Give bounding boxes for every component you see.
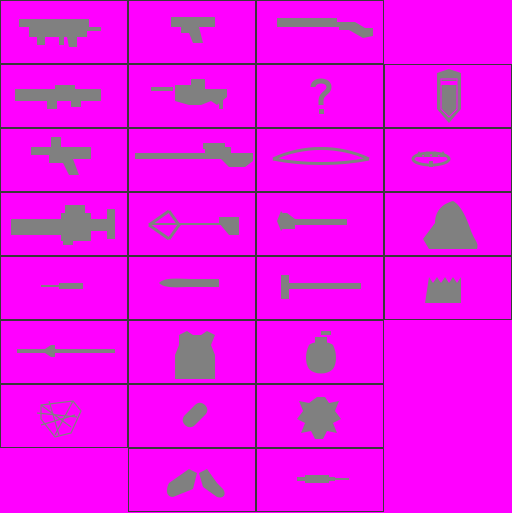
rocket-launcher-icon-glyph <box>15 85 101 109</box>
sprite-sheet <box>0 0 512 512</box>
net-icon <box>0 384 128 448</box>
shotgun-icon-glyph <box>277 18 373 38</box>
unknown-question-icon-glyph <box>310 78 332 114</box>
bow-icon <box>256 128 384 192</box>
axe-icon-glyph <box>277 211 347 231</box>
pistol-icon-glyph <box>171 17 215 43</box>
dagger-icon <box>0 256 128 320</box>
spike-trap-icon-glyph <box>425 277 461 303</box>
frag-grenade-icon <box>256 320 384 384</box>
minigun-icon-glyph <box>11 205 115 245</box>
shotgun-icon <box>256 0 384 64</box>
turtle-icon-glyph <box>297 397 341 439</box>
body-armor-vest-icon <box>128 320 256 384</box>
sniper-rifle-icon-glyph <box>135 143 253 167</box>
revolver-pistol-icon-glyph <box>31 137 91 175</box>
bear-trap-icon-glyph <box>411 151 451 167</box>
baton-icon-glyph <box>159 278 219 288</box>
machete-icon <box>0 320 128 384</box>
body-armor-vest-icon-glyph <box>175 331 215 379</box>
spike-trap-icon <box>384 256 512 320</box>
pill-capsule-icon <box>128 384 256 448</box>
unknown-question-icon <box>256 64 384 128</box>
rocket-launcher-icon <box>0 64 128 128</box>
pill-capsule-icon-glyph <box>182 402 208 428</box>
ghillie-cloak-icon-glyph <box>423 201 478 249</box>
bear-trap-icon <box>384 128 512 192</box>
crossbow-icon-glyph <box>148 209 239 241</box>
turtle-icon <box>256 384 384 448</box>
sniper-rifle-icon <box>128 128 256 192</box>
crossbow-icon <box>128 192 256 256</box>
sneakers-icon-glyph <box>166 469 225 498</box>
shield-icon-glyph <box>437 69 461 123</box>
frag-grenade-icon-glyph <box>306 331 336 374</box>
syringe-icon <box>256 448 384 512</box>
pistol-icon <box>128 0 256 64</box>
flamethrower-icon <box>128 64 256 128</box>
bow-icon-glyph <box>272 147 370 165</box>
dagger-icon-glyph <box>41 283 83 289</box>
revolver-pistol-icon <box>0 128 128 192</box>
shield-icon <box>384 64 512 128</box>
submachine-gun-icon-glyph <box>19 19 101 47</box>
submachine-gun-icon <box>0 0 128 64</box>
sneakers-icon <box>128 448 256 512</box>
ghillie-cloak-icon <box>384 192 512 256</box>
net-icon-glyph <box>36 400 82 438</box>
syringe-icon-glyph <box>297 475 349 483</box>
sledgehammer-icon-glyph <box>281 275 361 299</box>
minigun-icon <box>0 192 128 256</box>
baton-icon <box>128 256 256 320</box>
machete-icon-glyph <box>17 345 115 357</box>
sledgehammer-icon <box>256 256 384 320</box>
axe-icon <box>256 192 384 256</box>
flamethrower-icon-glyph <box>151 79 227 109</box>
